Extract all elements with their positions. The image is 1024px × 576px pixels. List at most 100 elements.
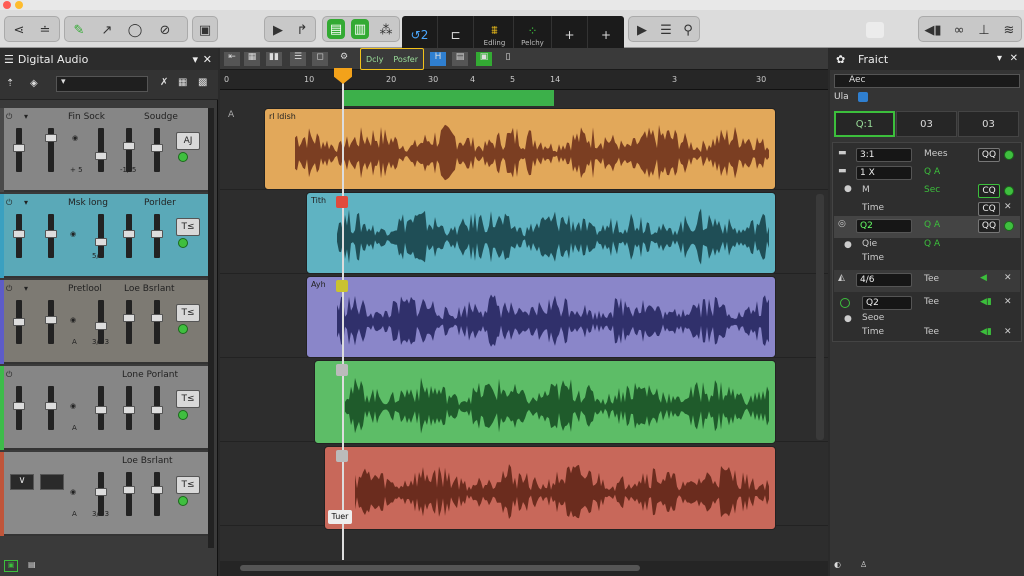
track-button[interactable]: T≤ [176, 390, 200, 408]
inspector-select[interactable]: 1 X [856, 166, 912, 180]
chevron-down-icon[interactable]: ▾ [192, 53, 198, 66]
record-enable-icon[interactable] [178, 238, 188, 248]
audio-region-4[interactable] [314, 360, 776, 444]
send-fader-3[interactable] [151, 472, 163, 516]
inspector-row-button[interactable]: CQ [978, 184, 1000, 198]
diamond-icon[interactable]: ◈ [30, 78, 38, 89]
close-window-button[interactable] [3, 1, 11, 9]
volume-fader[interactable] [13, 128, 25, 172]
power-icon[interactable]: ⏻ [6, 284, 12, 294]
send-fader-2[interactable] [123, 472, 135, 516]
inspector-select[interactable]: Time [862, 327, 884, 337]
x-icon[interactable]: ✗ [160, 77, 168, 88]
track-button[interactable]: T≤ [176, 218, 200, 236]
automation-icon[interactable]: ▣ [476, 52, 492, 66]
tab-2[interactable]: 03 [896, 111, 957, 137]
power-icon[interactable]: ⏻ [6, 112, 12, 122]
track-header-5[interactable]: Loe Bsrlant ∨ ◉ A 3/+3 T≤ [0, 452, 212, 536]
cycle-range-display[interactable]: Dcly Posfer [360, 48, 424, 70]
audio-region-1[interactable]: rl ldish [264, 108, 776, 190]
send-fader-2[interactable] [123, 386, 135, 430]
inspector-field[interactable]: Aec [834, 74, 1020, 88]
cycle-region[interactable] [342, 90, 554, 106]
playhead[interactable] [342, 70, 344, 560]
pan-fader[interactable] [45, 300, 57, 344]
flex-icon[interactable]: ▤ [452, 52, 468, 66]
send-fader-3[interactable] [151, 300, 163, 344]
chevron-down-icon[interactable]: ▾ [24, 112, 28, 121]
list-icon[interactable]: ☰ [655, 17, 677, 43]
audio-region-2[interactable]: Tith [306, 192, 776, 274]
pan-fader[interactable] [45, 128, 57, 172]
link-icon[interactable]: ◉ [72, 134, 78, 142]
bars-icon[interactable]: ▮▮ [266, 52, 282, 66]
gear-icon[interactable]: ✿ [836, 53, 845, 66]
wave-icon[interactable]: ≋ [997, 17, 1021, 43]
browser-icon[interactable]: ♙ [860, 560, 874, 572]
chevron-down-icon[interactable]: ∨ [10, 474, 34, 490]
volume-fader[interactable] [13, 386, 25, 430]
track-button[interactable]: AJ [176, 132, 200, 150]
inspector-select[interactable]: M [862, 185, 870, 195]
chevron-down-icon[interactable]: ▾ [24, 198, 28, 207]
chevron-down-icon[interactable]: ▾ [997, 53, 1002, 64]
grid-icon[interactable]: ▦ [244, 52, 260, 66]
speaker-icon[interactable]: ◀▮ [980, 297, 992, 307]
eye-icon[interactable]: ◉ [70, 402, 76, 410]
speaker-icon[interactable]: ◀ [980, 273, 987, 283]
close-icon[interactable]: ✕ [1004, 327, 1012, 337]
inspector-select[interactable]: Q2 [856, 219, 912, 233]
close-icon[interactable]: ✕ [203, 53, 212, 66]
send-fader-3[interactable] [151, 128, 163, 172]
eraser-icon[interactable]: ⊘ [153, 17, 177, 43]
eye-icon[interactable]: ◉ [70, 230, 76, 238]
track-button[interactable]: T≤ [176, 304, 200, 322]
timeline-ruler[interactable]: 0 10 20 30 4 5 14 3 30 [220, 70, 828, 90]
gear-icon[interactable]: ⚙ [336, 52, 352, 66]
media-icon[interactable]: ⚲ [677, 17, 699, 43]
grid-icon[interactable]: ▩ [198, 77, 207, 88]
smart-controls-icon[interactable]: ⁂ [377, 17, 395, 43]
inspector-select[interactable]: Time [862, 203, 884, 213]
inspector-row-button[interactable]: QQ [978, 219, 1000, 233]
power-icon[interactable]: ⏻ [6, 198, 12, 208]
marker-icon[interactable] [336, 280, 348, 292]
inspector-select[interactable]: 3:1 [856, 148, 912, 162]
record-enable-icon[interactable] [178, 324, 188, 334]
snap-icon[interactable]: ⇤ [224, 52, 240, 66]
redo-icon[interactable]: ↱ [291, 17, 313, 43]
tuner-icon[interactable]: ⊥ [973, 17, 995, 43]
zoom-icon[interactable]: ▯ [500, 52, 516, 66]
marker-icon[interactable] [336, 364, 348, 376]
power-icon[interactable]: ⏻ [6, 370, 12, 380]
send-fader[interactable] [95, 128, 107, 172]
play-from-icon[interactable]: ▶ [631, 17, 653, 43]
close-icon[interactable]: ✕ [1004, 202, 1012, 212]
track-header-4[interactable]: ⏻ Lone Porlant ◉ A T≤ [0, 366, 212, 450]
record-enable-icon[interactable] [178, 410, 188, 420]
send-fader-2[interactable] [123, 300, 135, 344]
minimize-window-button[interactable] [15, 1, 23, 9]
send-fader-3[interactable] [151, 214, 163, 258]
inspector-row-button[interactable]: CQ [978, 202, 1000, 216]
mixer-icon[interactable]: ▤ [327, 19, 345, 39]
person-icon[interactable] [858, 92, 868, 102]
input-button[interactable] [40, 474, 64, 490]
lasso-icon[interactable]: ◯ [123, 17, 147, 43]
close-icon[interactable]: ✕ [1004, 297, 1012, 307]
loop-icon[interactable]: ∞ [947, 17, 971, 43]
speaker-icon[interactable]: ◀▮ [980, 327, 992, 337]
send-fader[interactable] [95, 386, 107, 430]
pencil-icon[interactable]: ✎ [67, 17, 91, 43]
pan-fader[interactable] [45, 214, 57, 258]
record-enable-icon[interactable] [178, 496, 188, 506]
track-select[interactable]: ▾ [56, 76, 148, 92]
audio-region-3[interactable]: Ayh [306, 276, 776, 358]
track-header-3[interactable]: ⏻ ▾ Pretlool Loe Bsrlant ◉ A 3/+3 T≤ [0, 280, 212, 364]
close-icon[interactable]: ✕ [1010, 53, 1018, 64]
volume-fader[interactable] [13, 300, 25, 344]
inspector-select[interactable]: 4/6 [856, 273, 912, 287]
close-icon[interactable]: ✕ [1004, 273, 1012, 283]
box-icon[interactable]: ◻ [312, 52, 328, 66]
list-icon[interactable]: ☰ [290, 52, 306, 66]
